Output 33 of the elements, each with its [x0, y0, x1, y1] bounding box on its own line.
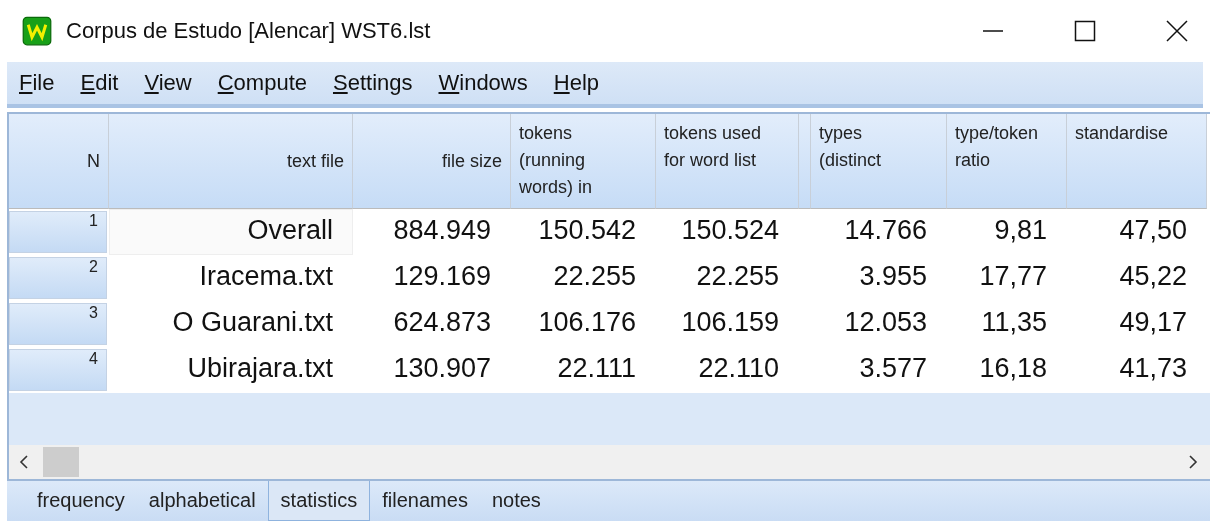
close-icon[interactable]	[1166, 20, 1188, 42]
tab[interactable]: notes	[479, 481, 553, 521]
row-header[interactable]: 3	[9, 303, 107, 345]
column-header[interactable]: file size	[353, 114, 511, 209]
row-header[interactable]: 4	[9, 349, 107, 391]
scroll-right-icon[interactable]	[1186, 453, 1200, 471]
tab[interactable]: frequency	[25, 481, 137, 521]
menu-item[interactable]: Help	[553, 70, 599, 96]
column-header[interactable]: text file	[109, 114, 353, 209]
column-header[interactable]: type/token ratio	[947, 114, 1067, 209]
maximize-icon[interactable]	[1074, 20, 1096, 42]
row-header[interactable]: 1	[9, 211, 107, 253]
tab[interactable]: filenames	[370, 481, 480, 521]
menu-item[interactable]: File	[19, 70, 55, 96]
table-cell: Overall	[109, 209, 353, 255]
row-header[interactable]: 2	[9, 257, 107, 299]
column-header[interactable]: tokens used for word list	[656, 114, 799, 209]
column-header[interactable]: types (distinct	[811, 114, 947, 209]
scroll-left-icon[interactable]	[17, 453, 31, 471]
app-logo-icon	[22, 16, 52, 46]
menu-item[interactable]: Windows	[438, 70, 528, 96]
column-header[interactable]: tokens (running words) in	[511, 114, 656, 209]
horizontal-scrollbar[interactable]	[9, 445, 1210, 479]
column-header[interactable]: N	[9, 114, 109, 209]
menu-item[interactable]: Settings	[333, 70, 413, 96]
tab[interactable]: alphabetical	[136, 481, 268, 521]
tab[interactable]: statistics	[267, 481, 371, 521]
column-header[interactable]: standardise	[1067, 114, 1207, 209]
menu-item[interactable]: Edit	[80, 70, 119, 96]
menu-item[interactable]: Compute	[217, 70, 307, 96]
window-title: Corpus de Estudo [Alencar] WST6.lst	[66, 18, 431, 44]
menu-item[interactable]: View	[144, 70, 192, 96]
scroll-thumb[interactable]	[43, 447, 79, 477]
